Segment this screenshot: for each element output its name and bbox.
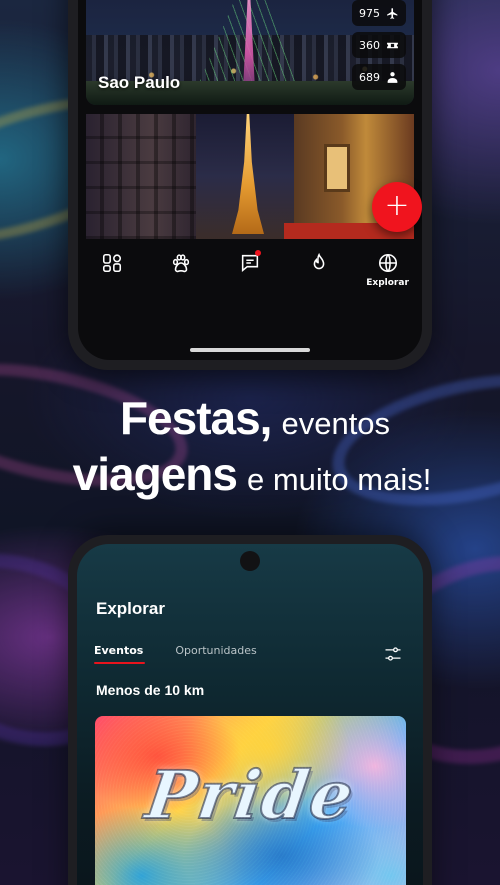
nav-item-explore[interactable]: Explorar <box>363 252 413 288</box>
promo-headline: Festas, eventos viagens e muito mais! <box>0 395 500 497</box>
nav-item-hot[interactable] <box>294 252 344 274</box>
stat-value: 975 <box>359 6 380 20</box>
headline-line-2: viagens e muito mais! <box>4 451 500 497</box>
nav-item-feed[interactable] <box>87 252 137 274</box>
headline-light-text: e muito mais! <box>246 462 432 497</box>
city-card-title: Sao Paulo <box>98 73 181 92</box>
home-indicator <box>190 348 310 352</box>
flame-icon <box>313 252 325 270</box>
bottom-phone-screen: Explorar Eventos Oportunidades Menos de … <box>77 544 423 885</box>
plus-icon: + <box>384 187 410 223</box>
filter-button[interactable] <box>383 644 403 664</box>
stat-value: 689 <box>359 70 380 84</box>
explore-tabs: Eventos Oportunidades <box>94 644 257 664</box>
bottom-navigation: Explorar <box>78 240 422 298</box>
top-phone-frame: Sao Paulo 975 360 689 + Explorar <box>68 0 432 370</box>
section-title: Menos de 10 km <box>96 682 205 698</box>
nav-item-chat[interactable] <box>225 250 275 274</box>
sliders-icon <box>385 647 401 661</box>
nav-item-paw[interactable] <box>156 252 206 274</box>
headline-bold-text: Festas, <box>119 392 273 444</box>
headline-bold-text: viagens <box>72 448 238 500</box>
person-icon <box>387 71 398 83</box>
tab-oportunidades[interactable]: Oportunidades <box>175 644 256 664</box>
notification-dot <box>254 250 261 256</box>
eiffel-tower-image <box>232 114 264 234</box>
front-camera <box>240 551 260 571</box>
page-title: Explorar <box>96 599 165 618</box>
stat-flights: 975 <box>352 0 406 26</box>
tab-eventos[interactable]: Eventos <box>94 644 146 664</box>
nav-label-explore: Explorar <box>366 278 409 288</box>
grid-icon <box>103 253 122 273</box>
top-phone-screen: Sao Paulo 975 360 689 + Explorar <box>78 0 422 360</box>
bottom-phone-frame: Explorar Eventos Oportunidades Menos de … <box>68 535 432 885</box>
add-button[interactable]: + <box>372 182 422 232</box>
city-card-paris[interactable] <box>86 114 414 239</box>
event-card-artwork-text: Pride <box>140 755 361 835</box>
ticket-icon <box>387 42 398 48</box>
building-image <box>86 114 196 239</box>
paw-icon <box>173 254 190 273</box>
event-card[interactable]: Pride <box>95 716 406 885</box>
city-stats: 975 360 689 <box>352 0 406 90</box>
headline-light-text: eventos <box>281 406 391 441</box>
globe-icon <box>378 253 397 273</box>
stat-value: 360 <box>359 38 380 52</box>
stat-people: 689 <box>352 64 406 90</box>
city-card-sao-paulo[interactable]: Sao Paulo 975 360 689 <box>86 0 414 105</box>
headline-line-1: Festas, eventos <box>10 395 500 441</box>
stat-tickets: 360 <box>352 32 406 58</box>
plane-icon <box>387 7 398 19</box>
